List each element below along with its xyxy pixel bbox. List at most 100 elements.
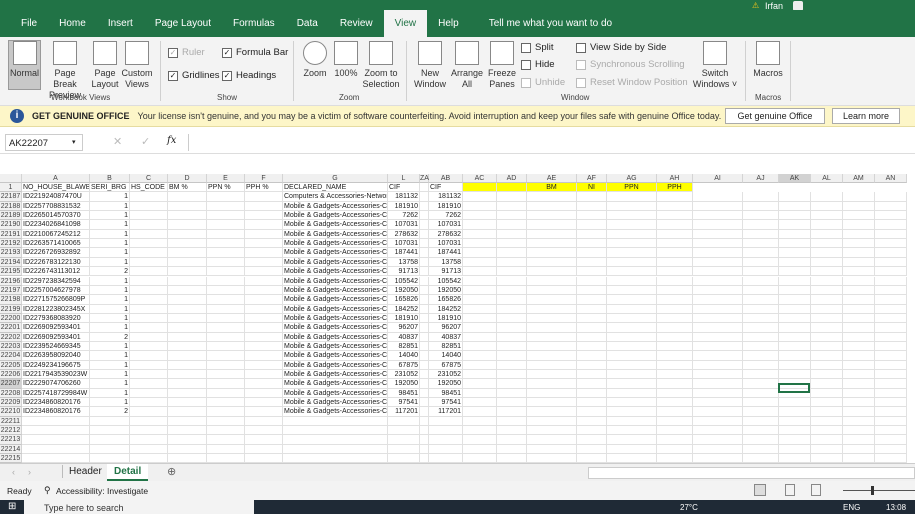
cell[interactable]: Mobile & Gadgets-Accessories-Ca [283,360,388,370]
cell[interactable] [527,379,577,389]
cell[interactable] [875,248,907,258]
cell[interactable]: Mobile & Gadgets-Accessories-Ca [283,398,388,408]
cell[interactable] [245,379,283,389]
cell[interactable] [207,435,245,445]
cell[interactable]: 165826 [388,295,420,305]
cell[interactable] [693,192,743,202]
cell[interactable] [811,192,843,202]
cell[interactable] [497,229,527,240]
cell[interactable] [527,323,577,333]
cell[interactable] [743,313,779,324]
cell[interactable] [497,211,527,221]
cell[interactable] [463,379,497,389]
header-cell-A[interactable]: NO_HOUSE_BLAWB [22,183,90,193]
cell[interactable] [420,220,429,230]
cell[interactable]: 98451 [388,388,420,399]
cell[interactable] [779,370,811,380]
cell[interactable] [207,229,245,240]
cell[interactable]: 13758 [429,257,463,268]
cell[interactable] [607,220,657,230]
cell[interactable] [207,398,245,408]
cell[interactable] [420,444,429,455]
cell[interactable]: 165826 [429,295,463,305]
cell[interactable] [657,351,693,361]
cell[interactable] [607,313,657,324]
cell[interactable] [811,426,843,436]
cell[interactable] [497,444,527,455]
cell[interactable] [245,285,283,296]
cell[interactable] [497,435,527,445]
cell[interactable] [527,201,577,212]
row-header[interactable]: 22201 [0,323,22,333]
cell[interactable] [497,370,527,380]
row-header[interactable]: 22190 [0,220,22,230]
cell[interactable] [130,276,168,286]
cell[interactable]: 98451 [429,388,463,399]
cell[interactable] [843,285,875,296]
cell[interactable] [811,323,843,333]
cell[interactable] [420,304,429,314]
cell[interactable] [577,388,607,399]
cell[interactable]: 105542 [388,276,420,286]
cell[interactable] [207,407,245,417]
cell[interactable]: ID2269092593401 [22,323,90,333]
cell[interactable] [245,341,283,352]
cell[interactable]: ID2234860820176 [22,398,90,408]
cell[interactable] [607,295,657,305]
cell[interactable] [811,435,843,445]
cell[interactable] [657,239,693,249]
column-header-AI[interactable]: AI [693,174,743,183]
cell[interactable]: 96207 [388,323,420,333]
tab-insert[interactable]: Insert [97,10,144,38]
cell[interactable]: ID2265014570370 [22,211,90,221]
cell[interactable] [875,295,907,305]
row-header[interactable]: 1 [0,183,22,193]
cell[interactable] [693,201,743,212]
header-cell-B[interactable]: SERI_BRG [90,183,130,193]
cell[interactable] [207,313,245,324]
cell[interactable] [130,341,168,352]
cell[interactable] [843,370,875,380]
cell[interactable] [811,444,843,455]
cell[interactable] [463,201,497,212]
cell[interactable] [811,257,843,268]
cell[interactable] [207,323,245,333]
cell[interactable] [388,435,420,445]
freeze-panes-button[interactable]: Freeze Panes [485,41,519,90]
cell[interactable] [875,379,907,389]
column-header-AB[interactable]: AB [429,174,463,183]
cell[interactable] [130,239,168,249]
cell[interactable] [693,229,743,240]
cell[interactable]: 181910 [388,201,420,212]
cell[interactable] [497,239,527,249]
cell[interactable] [168,416,207,427]
cell[interactable]: 1 [90,323,130,333]
tab-formulas[interactable]: Formulas [222,10,286,38]
column-header-G[interactable]: G [283,174,388,183]
add-sheet-icon[interactable]: ⊕ [167,465,176,478]
cell[interactable] [168,313,207,324]
cell[interactable] [527,211,577,221]
cell[interactable] [420,313,429,324]
cell[interactable] [463,416,497,427]
cell[interactable] [420,257,429,268]
cell[interactable]: Mobile & Gadgets-Accessories-Ca [283,257,388,268]
hide-button[interactable]: Hide [521,59,555,70]
cell[interactable] [207,257,245,268]
cell[interactable] [283,435,388,445]
cell[interactable] [693,257,743,268]
cell[interactable] [168,304,207,314]
cell[interactable] [168,360,207,370]
cell[interactable] [743,332,779,342]
cell[interactable] [657,370,693,380]
cell[interactable] [743,407,779,417]
cell[interactable] [130,444,168,455]
cell[interactable] [693,351,743,361]
cell[interactable] [577,341,607,352]
column-header-F[interactable]: F [245,174,283,183]
cell[interactable] [527,444,577,455]
cell[interactable] [657,426,693,436]
cell[interactable]: Mobile & Gadgets-Accessories-Ca [283,248,388,258]
cell[interactable] [843,267,875,277]
cell[interactable] [577,248,607,258]
